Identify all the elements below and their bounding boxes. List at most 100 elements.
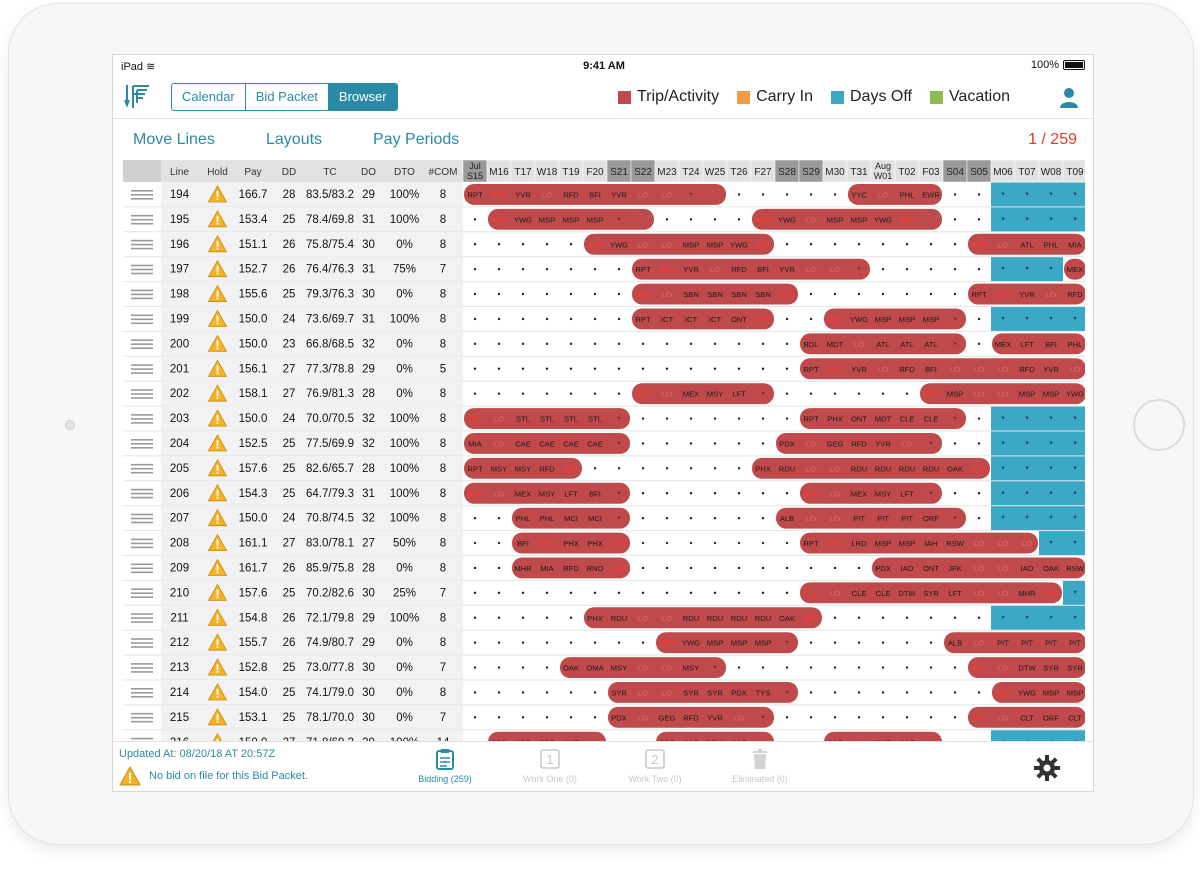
- empty-day-dot: [641, 367, 645, 370]
- day-marker: *: [1073, 415, 1076, 424]
- drag-handle-icon: [131, 339, 153, 341]
- move-lines-button[interactable]: Move Lines: [133, 131, 215, 149]
- empty-day-dot: [737, 367, 741, 370]
- empty-day-dot: [833, 193, 837, 196]
- segment-browser[interactable]: Browser: [328, 84, 397, 110]
- empty-day-dot: [833, 641, 837, 644]
- cell-value: 8: [440, 563, 446, 575]
- cell-value: 197: [170, 264, 189, 276]
- trip-city-code: PDX: [731, 689, 747, 698]
- trip-city-code: LRD: [851, 539, 867, 548]
- trip-city-code: *: [618, 215, 621, 224]
- trip-city-code: MDT: [875, 415, 892, 424]
- drag-handle-icon: [131, 513, 153, 516]
- cell-value: 28: [362, 463, 375, 475]
- empty-day-dot: [593, 467, 597, 470]
- trip-city-code: CLT: [1020, 713, 1034, 722]
- day-header-month: Jul: [469, 161, 481, 171]
- home-button[interactable]: [1133, 399, 1185, 451]
- empty-day-dot: [617, 392, 621, 395]
- empty-day-dot: [617, 292, 621, 296]
- empty-day-dot: [881, 716, 885, 719]
- cell-value: 204: [170, 438, 190, 450]
- empty-day-dot: [569, 691, 573, 694]
- drag-handle-icon: [131, 542, 153, 545]
- empty-day-dot: [473, 641, 477, 644]
- warning-mark: [216, 571, 219, 574]
- tab-work-two[interactable]: 2 Work Two (0): [605, 748, 705, 784]
- trip-city-code: SDF: [971, 464, 987, 473]
- warning-mark: [216, 471, 219, 474]
- empty-day-dot: [977, 492, 981, 495]
- cell-value: 100%: [390, 413, 419, 425]
- trip-city-code: RFD: [539, 464, 555, 473]
- trip-city-code: RFD: [683, 713, 699, 722]
- cell-value: 29: [362, 637, 375, 649]
- column-header: Hold: [207, 167, 228, 178]
- trip-city-code: MSP: [923, 390, 939, 399]
- empty-day-dot: [593, 392, 597, 395]
- trip-city-code: OMA: [586, 664, 604, 673]
- cell-value: 100%: [390, 189, 419, 201]
- trip-city-code: SDF: [803, 489, 819, 498]
- empty-day-dot: [737, 218, 741, 221]
- camera: [65, 420, 75, 430]
- cell-value: 212: [170, 637, 189, 649]
- empty-day-dot: [569, 616, 573, 619]
- trip-city-code: LFT: [900, 489, 914, 498]
- tab-work-one[interactable]: 1 Work One (0): [500, 748, 600, 784]
- trip-city-code: RNO: [587, 564, 604, 573]
- day-marker: *: [1025, 316, 1028, 325]
- empty-day-dot: [785, 317, 789, 321]
- segment-bid-packet[interactable]: Bid Packet: [246, 84, 329, 110]
- warning-mark: [216, 247, 219, 250]
- battery-indicator: 100%: [1031, 59, 1085, 71]
- empty-day-dot: [497, 516, 501, 520]
- empty-day-dot: [857, 566, 861, 570]
- drag-handle-icon: [131, 443, 153, 445]
- tab-eliminated[interactable]: Eliminated (0): [710, 748, 810, 784]
- trip-city-code: MDT: [971, 664, 988, 673]
- empty-day-dot: [761, 342, 765, 346]
- cell-value: 29: [362, 612, 375, 624]
- warning-mark: [216, 546, 219, 549]
- day-marker: *: [1001, 465, 1004, 474]
- layouts-button[interactable]: Layouts: [266, 131, 322, 149]
- cell-value: 7: [440, 264, 446, 276]
- column-header: DO: [361, 167, 376, 178]
- trip-city-code: MSP: [827, 215, 843, 224]
- segment-calendar[interactable]: Calendar: [172, 84, 246, 110]
- drag-handle-icon: [131, 222, 153, 225]
- legend-swatch: [618, 90, 631, 104]
- empty-day-dot: [809, 392, 813, 395]
- cell-value: 74.1/79.0: [306, 687, 354, 699]
- drag-handle-icon: [131, 617, 153, 619]
- user-profile-icon[interactable]: [1057, 85, 1081, 109]
- trip-city-code: RFD: [1019, 365, 1035, 374]
- trip-city-code: RPT: [467, 191, 483, 200]
- day-marker: *: [1025, 614, 1028, 623]
- tab-bidding[interactable]: Bidding (259): [395, 748, 495, 784]
- warning-mark: [216, 198, 219, 200]
- trip-city-code: MEX: [1067, 265, 1083, 274]
- empty-day-dot: [473, 317, 477, 321]
- empty-day-dot: [641, 641, 645, 644]
- day-marker: *: [1073, 440, 1076, 449]
- empty-day-dot: [977, 342, 981, 346]
- empty-day-dot: [569, 716, 573, 719]
- cell-value: 100%: [390, 214, 419, 226]
- cell-value: 26: [283, 637, 296, 649]
- drag-handle-icon: [131, 198, 153, 200]
- settings-gear-icon[interactable]: [1033, 754, 1061, 782]
- cell-value: 202: [170, 388, 189, 400]
- trip-city-code: LO: [494, 489, 504, 498]
- trip-city-code: *: [786, 689, 789, 698]
- empty-day-dot: [785, 566, 789, 570]
- day-marker: *: [1049, 266, 1052, 275]
- pay-periods-button[interactable]: Pay Periods: [373, 131, 459, 149]
- cell-value: 0%: [396, 239, 413, 251]
- empty-day-dot: [617, 641, 621, 644]
- trip-city-code: STL: [516, 415, 530, 424]
- trip-city-code: LO: [638, 614, 648, 623]
- tab-bidding-label: Bidding (259): [418, 774, 472, 784]
